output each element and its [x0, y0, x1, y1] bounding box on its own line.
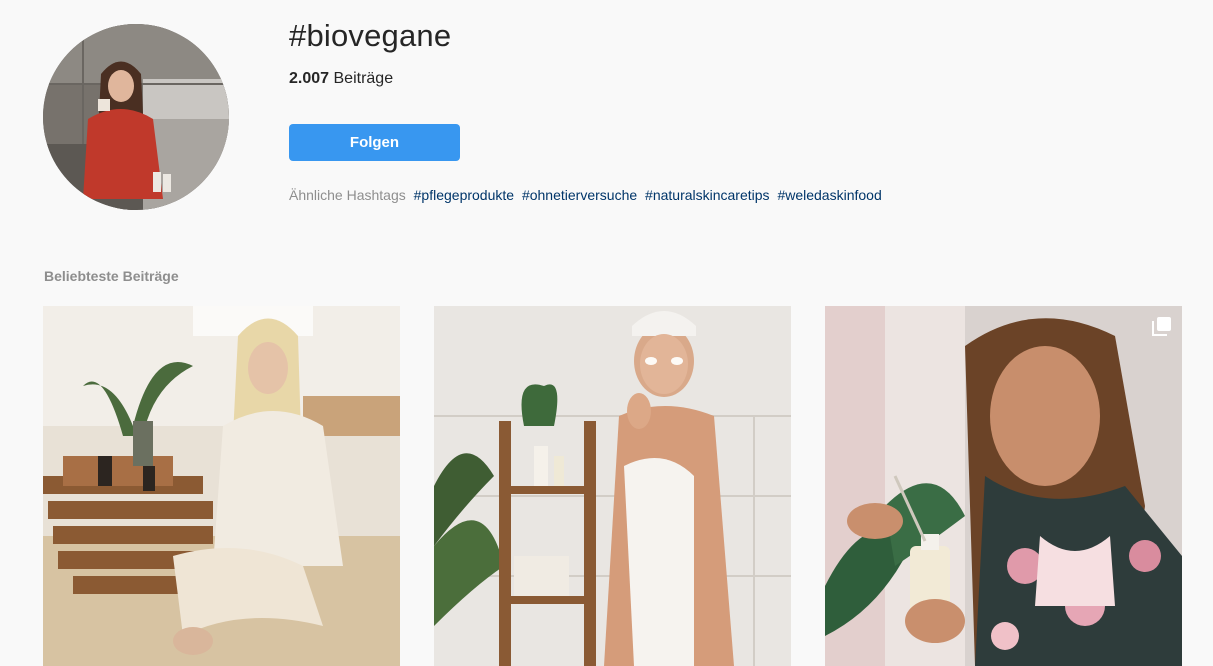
- post-thumbnail-1[interactable]: [43, 306, 400, 666]
- related-hashtags-label: Ähnliche Hashtags: [289, 187, 406, 203]
- top-posts-heading: Beliebteste Beiträge: [44, 268, 179, 284]
- related-hashtag-link[interactable]: #weledaskinfood: [777, 187, 881, 203]
- hashtag-page: #biovegane 2.007 Beiträge Folgen Ähnlich…: [0, 0, 1213, 666]
- post-thumbnail-3[interactable]: [825, 306, 1182, 666]
- hashtag-profile-image: [43, 24, 229, 210]
- hashtag-title: #biovegane: [289, 18, 452, 53]
- related-hashtags: Ähnliche Hashtags #pflegeprodukte #ohnet…: [289, 187, 882, 203]
- posts-count-label: Beiträge: [333, 70, 394, 87]
- follow-button[interactable]: Folgen: [289, 124, 460, 161]
- post-thumbnail-2[interactable]: [434, 306, 791, 666]
- related-hashtag-link[interactable]: #pflegeprodukte: [414, 187, 514, 203]
- related-hashtag-link[interactable]: #ohnetierversuche: [522, 187, 637, 203]
- posts-count-number: 2.007: [289, 70, 330, 87]
- posts-count: 2.007 Beiträge: [289, 70, 393, 88]
- related-hashtag-link[interactable]: #naturalskincaretips: [645, 187, 770, 203]
- multiple-photos-icon: [1152, 316, 1172, 336]
